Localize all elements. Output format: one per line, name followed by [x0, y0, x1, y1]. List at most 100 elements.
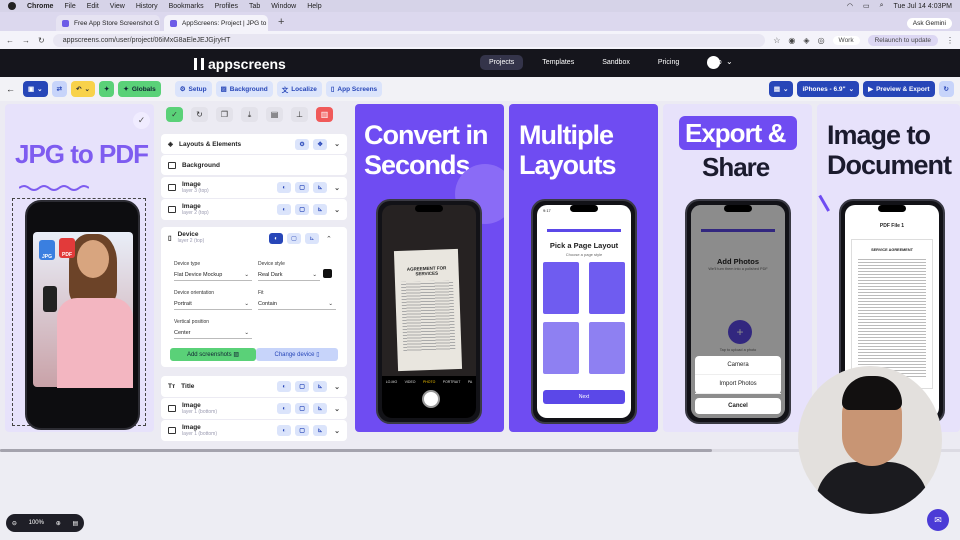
chevron-down-icon[interactable]: ⌄ — [334, 383, 340, 391]
chat-icon[interactable]: ✉ — [927, 509, 949, 531]
relaunch-button[interactable]: Relaunch to update — [867, 34, 938, 46]
chevron-down-icon[interactable]: ⌄ — [334, 405, 340, 413]
device-type-field[interactable]: Device type Flat Device Mockup ⌄ — [174, 261, 252, 281]
menu-profiles[interactable]: Profiles — [215, 3, 238, 10]
clipboard-button[interactable]: ▤ — [266, 107, 283, 122]
background-button[interactable]: ▨ Background — [215, 81, 273, 97]
menu-view[interactable]: View — [110, 3, 125, 10]
nav-templates[interactable]: Templates — [533, 55, 583, 70]
frame-icon[interactable]: ▢ — [287, 233, 301, 244]
card3-title-line1[interactable]: Multiple — [519, 122, 614, 149]
frame-icon[interactable]: ▢ — [295, 381, 310, 392]
magic-button[interactable]: ✦ — [98, 81, 115, 97]
profile-button[interactable]: Work — [832, 35, 860, 45]
card5-title-line2[interactable]: Document — [827, 152, 952, 179]
extension-icon[interactable]: ◈ — [803, 36, 809, 45]
toggle-icon[interactable]: ◐ — [277, 204, 292, 215]
menu-bookmarks[interactable]: Bookmarks — [169, 3, 204, 10]
app-logo[interactable]: appscreens — [194, 56, 286, 72]
gear-icon[interactable]: ⚙ — [295, 138, 310, 150]
align-icon[interactable]: ⊾ — [313, 403, 328, 414]
chevron-down-icon[interactable]: ⌄ — [334, 140, 340, 148]
toggle-icon[interactable]: ◐ — [277, 403, 292, 414]
nav-sandbox[interactable]: Sandbox — [593, 55, 639, 70]
move-icon[interactable]: ✥ — [313, 138, 328, 150]
layer-image-top1[interactable]: Image layer 3 (top) ◐ ▢ ⊾ ⌄ — [161, 177, 347, 198]
search-icon[interactable]: ⌕ — [880, 2, 884, 10]
avatar[interactable] — [707, 56, 720, 69]
delete-button[interactable]: ▥ — [316, 107, 333, 122]
chevron-down-icon[interactable]: ⌄ — [334, 184, 340, 192]
layer-image-top2[interactable]: Image layer 2 (top) ◐ ▢ ⊾ ⌄ — [161, 199, 347, 220]
bookmark-star-icon[interactable]: ☆ — [773, 36, 780, 45]
toggle-icon[interactable]: ◐ — [277, 381, 292, 392]
more-menu-icon[interactable]: ⋮ — [946, 36, 954, 45]
clock[interactable]: Tue Jul 14 4:03PM — [894, 3, 953, 10]
wifi-icon[interactable]: ◠ — [847, 2, 853, 10]
undo-button[interactable]: ↶ ⌄ — [71, 81, 95, 97]
refresh-button[interactable]: ↻ — [191, 107, 208, 122]
color-swatch[interactable] — [323, 269, 332, 278]
card2-title-line1[interactable]: Convert in — [364, 122, 489, 149]
frame-icon[interactable]: ▢ — [295, 182, 310, 193]
back-icon[interactable]: ← — [6, 36, 14, 45]
menu-edit[interactable]: Edit — [87, 3, 99, 10]
layer-title[interactable]: Tт Title ◐ ▢ ⊾ ⌄ — [161, 376, 347, 397]
apple-icon[interactable] — [8, 2, 16, 10]
align-icon[interactable]: ⊾ — [313, 425, 328, 436]
save-button[interactable]: ▣ ⌄ — [23, 81, 48, 97]
extension-icon[interactable]: ◎ — [818, 36, 825, 45]
browser-tab-active[interactable]: AppScreens: Project | JPG to ✕ — [164, 15, 268, 31]
device-mockup[interactable]: JPG PDF — [25, 200, 140, 430]
layer-image-bottom1[interactable]: Image layer 1 (bottom) ◐ ▢ ⊾ ⌄ — [161, 398, 347, 419]
orientation-field[interactable]: Device orientation Portrait ⌄ — [174, 290, 252, 310]
card3-title-line2[interactable]: Layouts — [519, 152, 617, 179]
menu-history[interactable]: History — [136, 3, 158, 10]
card2-title-line2[interactable]: Seconds — [364, 152, 471, 179]
align-icon[interactable]: ⊾ — [313, 204, 328, 215]
menu-window[interactable]: Window — [271, 3, 296, 10]
battery-icon[interactable]: ▭ — [863, 2, 870, 10]
align-icon[interactable]: ⊾ — [313, 381, 328, 392]
scrollbar-thumb[interactable] — [0, 449, 712, 452]
zoom-in-icon[interactable]: ⊕ — [56, 520, 61, 527]
zoom-out-icon[interactable]: ⊖ — [12, 520, 17, 527]
card4-title-line1[interactable]: Export & — [685, 120, 786, 146]
device-header[interactable]: ▯ Device layer 2 (top) — [168, 231, 204, 244]
device-select[interactable]: iPhones - 6.9" ⌄ — [797, 81, 860, 97]
back-arrow-icon[interactable]: ← — [6, 84, 15, 94]
browser-tab[interactable]: Free App Store Screenshot G ✕ — [56, 15, 160, 31]
localize-button[interactable]: 文 Localize — [276, 81, 322, 97]
card4-title-line2[interactable]: Share — [702, 154, 770, 180]
setup-button[interactable]: ⚙ Setup — [174, 81, 212, 97]
forward-icon[interactable]: → — [22, 36, 30, 45]
vertical-position-field[interactable]: Vertical position Center ⌄ — [174, 319, 252, 339]
menu-help[interactable]: Help — [307, 3, 321, 10]
check-icon[interactable]: ✓ — [133, 112, 150, 129]
frame-icon[interactable]: ▢ — [295, 403, 310, 414]
change-device-button[interactable]: Change device ▯ — [256, 348, 338, 361]
screenshot-card-4[interactable]: Export & Share Add Photos We'll turn the… — [663, 104, 812, 432]
nav-projects[interactable]: Projects — [480, 55, 524, 70]
section-layouts[interactable]: ◈ Layouts & Elements ⚙ ✥ ⌄ — [161, 134, 347, 154]
toggle-icon[interactable]: ◐ — [269, 233, 283, 244]
swap-button[interactable]: ⇄ — [51, 81, 68, 97]
chevron-down-icon[interactable]: ⌄ — [726, 57, 733, 66]
chevron-down-icon[interactable]: ⌄ — [334, 427, 340, 435]
preview-export-button[interactable]: ▶ Preview & Export — [863, 81, 935, 97]
new-tab-button[interactable]: + — [272, 16, 290, 31]
ask-gemini-button[interactable]: Ask Gemini — [906, 18, 952, 29]
layer-image-bottom2[interactable]: Image layer 1 (bottom) ◐ ▢ ⊾ ⌄ — [161, 420, 347, 441]
menu-app-name[interactable]: Chrome — [27, 3, 53, 10]
nav-pricing[interactable]: Pricing — [649, 55, 688, 70]
extension-icon[interactable]: ◉ — [788, 36, 795, 45]
fit-field[interactable]: Fit Contain ⌄ — [258, 290, 336, 310]
card1-title[interactable]: JPG to PDF — [15, 139, 149, 170]
confirm-button[interactable]: ✓ — [166, 107, 183, 122]
menu-tab[interactable]: Tab — [249, 3, 260, 10]
chevron-down-icon[interactable]: ⌄ — [334, 206, 340, 214]
pin-button[interactable]: ⊥ — [291, 107, 308, 122]
screenshot-card-3[interactable]: Multiple Layouts 9:17 Pick a Page Layout… — [509, 104, 658, 432]
menu-file[interactable]: File — [64, 3, 75, 10]
refresh-button[interactable]: ↻ — [938, 81, 954, 97]
